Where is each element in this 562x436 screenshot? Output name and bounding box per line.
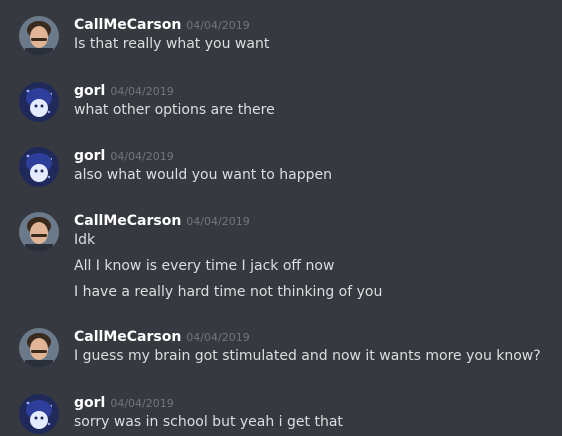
username[interactable]: gorl	[74, 395, 105, 411]
username[interactable]: CallMeCarson	[74, 329, 181, 345]
timestamp[interactable]: 04/04/2019	[110, 85, 173, 98]
message-text: I have a really hard time not thinking o…	[74, 284, 383, 300]
message-header: CallMeCarson 04/04/2019	[74, 210, 250, 230]
gorl-avatar-icon[interactable]	[19, 82, 59, 122]
carson-avatar-icon[interactable]	[19, 328, 59, 368]
username[interactable]: CallMeCarson	[74, 213, 181, 229]
username[interactable]: gorl	[74, 83, 105, 99]
message-header: CallMeCarson 04/04/2019	[74, 14, 250, 34]
message-text: All I know is every time I jack off now	[74, 258, 335, 274]
username[interactable]: CallMeCarson	[74, 17, 181, 33]
message-header: gorl 04/04/2019	[74, 80, 174, 100]
gorl-avatar-icon[interactable]	[19, 147, 59, 187]
message-text: Is that really what you want	[74, 36, 270, 52]
message-header: gorl 04/04/2019	[74, 145, 174, 165]
username[interactable]: gorl	[74, 148, 105, 164]
timestamp[interactable]: 04/04/2019	[110, 397, 173, 410]
timestamp[interactable]: 04/04/2019	[110, 150, 173, 163]
chat-message-list: CallMeCarson 04/04/2019 Is that really wh…	[0, 0, 562, 436]
message-text: Idk	[74, 232, 96, 248]
timestamp[interactable]: 04/04/2019	[186, 19, 249, 32]
message-header: CallMeCarson 04/04/2019	[74, 326, 250, 346]
message-text: I guess my brain got stimulated and now …	[74, 348, 541, 364]
message-text: what other options are there	[74, 102, 275, 118]
message-header: gorl 04/04/2019	[74, 392, 174, 412]
message-text: also what would you want to happen	[74, 167, 332, 183]
message-text: sorry was in school but yeah i get that	[74, 414, 343, 430]
gorl-avatar-icon[interactable]	[19, 394, 59, 434]
carson-avatar-icon[interactable]	[19, 212, 59, 252]
timestamp[interactable]: 04/04/2019	[186, 331, 249, 344]
timestamp[interactable]: 04/04/2019	[186, 215, 249, 228]
carson-avatar-icon[interactable]	[19, 16, 59, 56]
